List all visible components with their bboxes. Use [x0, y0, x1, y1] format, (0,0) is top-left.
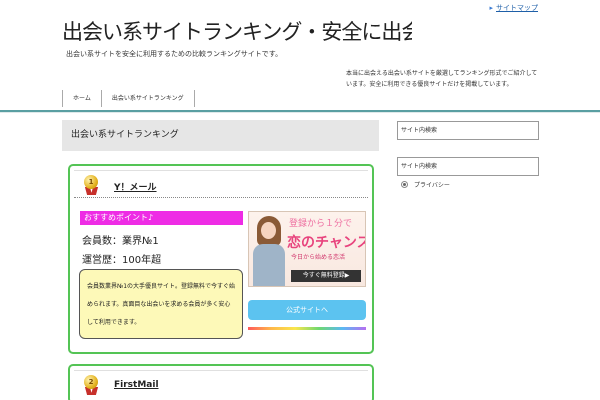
site-name-link[interactable]: FirstMail: [114, 380, 159, 390]
ranking-card-2: 2 FirstMail: [68, 364, 374, 400]
banner-cta-button[interactable]: 今すぐ無料登録▶: [291, 270, 361, 282]
sitemap-label: サイトマップ: [496, 4, 538, 12]
banner-woman-image: [251, 214, 287, 286]
sidebar-link-label: プライバシー: [414, 182, 450, 189]
sidebar-search-input-2[interactable]: サイト内検索: [397, 157, 539, 176]
gold-medal-icon: 1: [83, 175, 99, 195]
main-heading: 出会い系サイトランキング: [62, 120, 379, 151]
sidebar-link[interactable]: プライバシー: [401, 180, 450, 189]
sitemap-link[interactable]: ▸ サイトマップ: [489, 3, 538, 13]
ranking-card-header: 1 Y！メール: [74, 170, 368, 198]
banner-line-3: 今日から始める恋活: [291, 254, 346, 261]
nav-item-home[interactable]: ホーム: [63, 90, 102, 107]
official-site-button[interactable]: 公式サイトへ: [248, 300, 366, 320]
ranking-card-header: 2 FirstMail: [74, 370, 368, 398]
triangle-right-icon: ▸: [489, 4, 493, 12]
banner-line-1: 登録から１分で: [289, 219, 353, 229]
global-nav: ホーム 出会い系サイトランキング: [62, 90, 195, 107]
site-title[interactable]: 出会い系サイトランキング・安全に出会える出会い系アプリ比較: [62, 20, 412, 44]
site-name-link[interactable]: Y！メール: [114, 180, 157, 193]
rank-number: 2: [84, 375, 98, 389]
ranking-card-1: 1 Y！メール おすすめポイント♪ 会員数：業界№1 運営歴：100年超 会員数…: [68, 164, 374, 354]
nav-divider: [0, 110, 600, 113]
rainbow-divider: [248, 327, 366, 330]
info-history: 運営歴：100年超: [82, 255, 162, 266]
gold-medal-icon: 2: [83, 375, 99, 395]
site-description: 出会い系サイトを安全に利用するための比較ランキングサイトです。: [66, 50, 283, 58]
header-intro-text: 本当に出会える出会い系サイトを厳選してランキング形式でご紹介しています。安全に利…: [346, 70, 538, 88]
banner-line-2: 恋のチャンス: [287, 235, 366, 251]
promo-banner[interactable]: 登録から１分で 恋のチャンス 今日から始める恋活 今すぐ無料登録▶: [248, 211, 366, 287]
recommend-badge: おすすめポイント♪: [80, 211, 243, 225]
radio-dot-icon: [401, 181, 408, 188]
info-members: 会員数：業界№1: [82, 236, 159, 247]
site-description-box: 会員数業界№1の大手優良サイト。登録無料で今すぐ始められます。真面目な出会いを求…: [79, 269, 243, 339]
nav-item-ranking[interactable]: 出会い系サイトランキング: [102, 90, 195, 107]
rank-number: 1: [84, 175, 98, 189]
sidebar-search-input[interactable]: サイト内検索: [397, 121, 539, 140]
